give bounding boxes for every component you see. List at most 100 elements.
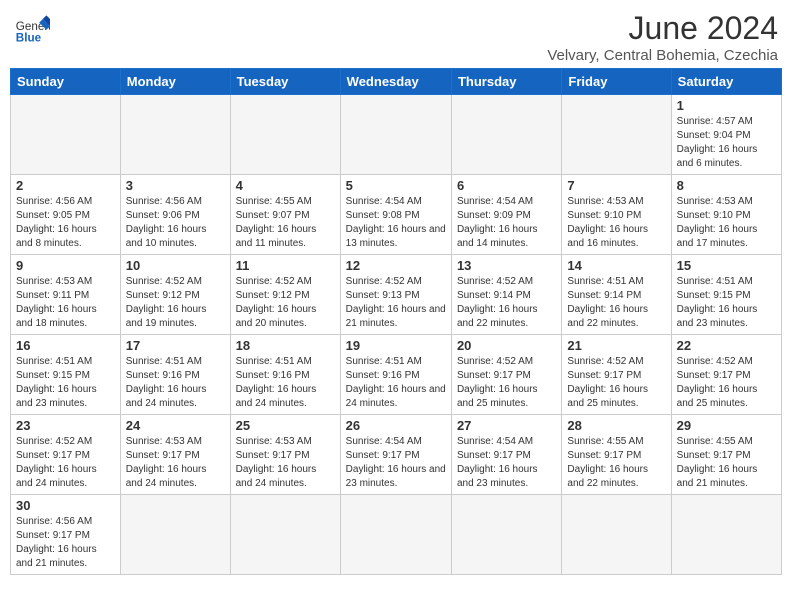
- day-number: 9: [16, 258, 115, 273]
- calendar-week-6: 30 Sunrise: 4:56 AM Sunset: 9:17 PM Dayli…: [11, 495, 782, 575]
- calendar-cell: [120, 95, 230, 175]
- calendar-cell: 8 Sunrise: 4:53 AM Sunset: 9:10 PM Daylig…: [671, 175, 781, 255]
- calendar-cell: 28 Sunrise: 4:55 AM Sunset: 9:17 PM Dayli…: [562, 415, 671, 495]
- calendar-cell: 1 Sunrise: 4:57 AM Sunset: 9:04 PM Daylig…: [671, 95, 781, 175]
- day-info: Sunrise: 4:51 AM Sunset: 9:15 PM Dayligh…: [677, 275, 776, 331]
- day-number: 28: [567, 418, 665, 433]
- day-info: Sunrise: 4:52 AM Sunset: 9:17 PM Dayligh…: [567, 355, 665, 411]
- logo: General Blue: [14, 10, 50, 46]
- day-info: Sunrise: 4:56 AM Sunset: 9:05 PM Dayligh…: [16, 195, 115, 251]
- day-info: Sunrise: 4:53 AM Sunset: 9:10 PM Dayligh…: [567, 195, 665, 251]
- day-number: 22: [677, 338, 776, 353]
- calendar-cell: 2 Sunrise: 4:56 AM Sunset: 9:05 PM Daylig…: [11, 175, 121, 255]
- col-header-saturday: Saturday: [671, 69, 781, 95]
- day-info: Sunrise: 4:52 AM Sunset: 9:14 PM Dayligh…: [457, 275, 556, 331]
- logo-icon: General Blue: [14, 10, 50, 46]
- col-header-tuesday: Tuesday: [230, 69, 340, 95]
- location-subtitle: Velvary, Central Bohemia, Czechia: [547, 47, 778, 64]
- calendar-cell: 27 Sunrise: 4:54 AM Sunset: 9:17 PM Dayli…: [451, 415, 561, 495]
- day-number: 23: [16, 418, 115, 433]
- day-info: Sunrise: 4:54 AM Sunset: 9:09 PM Dayligh…: [457, 195, 556, 251]
- day-number: 27: [457, 418, 556, 433]
- calendar-cell: 22Sunrise: 4:52 AM Sunset: 9:17 PM Dayli…: [671, 335, 781, 415]
- day-number: 7: [567, 178, 665, 193]
- col-header-sunday: Sunday: [11, 69, 121, 95]
- calendar-cell: 14Sunrise: 4:51 AM Sunset: 9:14 PM Dayli…: [562, 255, 671, 335]
- calendar-cell: 20 Sunrise: 4:52 AM Sunset: 9:17 PM Dayli…: [451, 335, 561, 415]
- day-number: 3: [126, 178, 225, 193]
- calendar-cell: 4 Sunrise: 4:55 AM Sunset: 9:07 PM Daylig…: [230, 175, 340, 255]
- day-info: Sunrise: 4:51 AM Sunset: 9:16 PM Dayligh…: [346, 355, 446, 411]
- day-number: 24: [126, 418, 225, 433]
- day-number: 6: [457, 178, 556, 193]
- col-header-wednesday: Wednesday: [340, 69, 451, 95]
- calendar-cell: 29Sunrise: 4:55 AM Sunset: 9:17 PM Dayli…: [671, 415, 781, 495]
- calendar-cell: 5 Sunrise: 4:54 AM Sunset: 9:08 PM Daylig…: [340, 175, 451, 255]
- day-info: Sunrise: 4:56 AM Sunset: 9:17 PM Dayligh…: [16, 515, 115, 571]
- page-header: General Blue June 2024 Velvary, Central …: [10, 10, 782, 64]
- title-block: June 2024 Velvary, Central Bohemia, Czec…: [547, 10, 778, 64]
- day-info: Sunrise: 4:54 AM Sunset: 9:17 PM Dayligh…: [457, 435, 556, 491]
- day-info: Sunrise: 4:53 AM Sunset: 9:17 PM Dayligh…: [126, 435, 225, 491]
- day-info: Sunrise: 4:54 AM Sunset: 9:08 PM Dayligh…: [346, 195, 446, 251]
- day-number: 17: [126, 338, 225, 353]
- day-number: 5: [346, 178, 446, 193]
- calendar-cell: [230, 95, 340, 175]
- day-info: Sunrise: 4:52 AM Sunset: 9:17 PM Dayligh…: [457, 355, 556, 411]
- calendar-cell: [562, 95, 671, 175]
- day-info: Sunrise: 4:55 AM Sunset: 9:07 PM Dayligh…: [236, 195, 335, 251]
- day-number: 25: [236, 418, 335, 433]
- day-info: Sunrise: 4:52 AM Sunset: 9:17 PM Dayligh…: [16, 435, 115, 491]
- calendar-week-4: 16 Sunrise: 4:51 AM Sunset: 9:15 PM Dayli…: [11, 335, 782, 415]
- day-number: 14: [567, 258, 665, 273]
- day-info: Sunrise: 4:52 AM Sunset: 9:12 PM Dayligh…: [126, 275, 225, 331]
- calendar-cell: 11Sunrise: 4:52 AM Sunset: 9:12 PM Dayli…: [230, 255, 340, 335]
- day-info: Sunrise: 4:53 AM Sunset: 9:17 PM Dayligh…: [236, 435, 335, 491]
- day-number: 15: [677, 258, 776, 273]
- day-number: 19: [346, 338, 446, 353]
- day-number: 16: [16, 338, 115, 353]
- calendar-table: Sunday Monday Tuesday Wednesday Thursday…: [10, 68, 782, 575]
- calendar-cell: 7 Sunrise: 4:53 AM Sunset: 9:10 PM Daylig…: [562, 175, 671, 255]
- calendar-cell: 3 Sunrise: 4:56 AM Sunset: 9:06 PM Daylig…: [120, 175, 230, 255]
- day-number: 4: [236, 178, 335, 193]
- day-info: Sunrise: 4:55 AM Sunset: 9:17 PM Dayligh…: [567, 435, 665, 491]
- calendar-week-1: 1 Sunrise: 4:57 AM Sunset: 9:04 PM Daylig…: [11, 95, 782, 175]
- day-number: 2: [16, 178, 115, 193]
- calendar-cell: [230, 495, 340, 575]
- calendar-cell: [451, 495, 561, 575]
- day-info: Sunrise: 4:51 AM Sunset: 9:15 PM Dayligh…: [16, 355, 115, 411]
- day-number: 30: [16, 498, 115, 513]
- day-number: 20: [457, 338, 556, 353]
- calendar-cell: 16 Sunrise: 4:51 AM Sunset: 9:15 PM Dayli…: [11, 335, 121, 415]
- month-year-title: June 2024: [547, 10, 778, 47]
- day-info: Sunrise: 4:53 AM Sunset: 9:10 PM Dayligh…: [677, 195, 776, 251]
- day-number: 10: [126, 258, 225, 273]
- day-info: Sunrise: 4:52 AM Sunset: 9:13 PM Dayligh…: [346, 275, 446, 331]
- calendar-cell: 13 Sunrise: 4:52 AM Sunset: 9:14 PM Dayli…: [451, 255, 561, 335]
- calendar-cell: 25 Sunrise: 4:53 AM Sunset: 9:17 PM Dayli…: [230, 415, 340, 495]
- calendar-cell: [340, 95, 451, 175]
- day-number: 13: [457, 258, 556, 273]
- day-number: 18: [236, 338, 335, 353]
- calendar-cell: [451, 95, 561, 175]
- calendar-week-3: 9Sunrise: 4:53 AM Sunset: 9:11 PM Daylig…: [11, 255, 782, 335]
- calendar-cell: [671, 495, 781, 575]
- day-number: 8: [677, 178, 776, 193]
- col-header-thursday: Thursday: [451, 69, 561, 95]
- calendar-cell: 9Sunrise: 4:53 AM Sunset: 9:11 PM Daylig…: [11, 255, 121, 335]
- calendar-cell: [11, 95, 121, 175]
- calendar-cell: 17Sunrise: 4:51 AM Sunset: 9:16 PM Dayli…: [120, 335, 230, 415]
- day-info: Sunrise: 4:57 AM Sunset: 9:04 PM Dayligh…: [677, 115, 776, 171]
- col-header-monday: Monday: [120, 69, 230, 95]
- day-number: 1: [677, 98, 776, 113]
- calendar-cell: [120, 495, 230, 575]
- day-number: 26: [346, 418, 446, 433]
- calendar-header-row: Sunday Monday Tuesday Wednesday Thursday…: [11, 69, 782, 95]
- day-info: Sunrise: 4:51 AM Sunset: 9:16 PM Dayligh…: [236, 355, 335, 411]
- day-info: Sunrise: 4:55 AM Sunset: 9:17 PM Dayligh…: [677, 435, 776, 491]
- calendar-cell: 30 Sunrise: 4:56 AM Sunset: 9:17 PM Dayli…: [11, 495, 121, 575]
- calendar-week-2: 2 Sunrise: 4:56 AM Sunset: 9:05 PM Daylig…: [11, 175, 782, 255]
- day-info: Sunrise: 4:56 AM Sunset: 9:06 PM Dayligh…: [126, 195, 225, 251]
- calendar-cell: 19 Sunrise: 4:51 AM Sunset: 9:16 PM Dayli…: [340, 335, 451, 415]
